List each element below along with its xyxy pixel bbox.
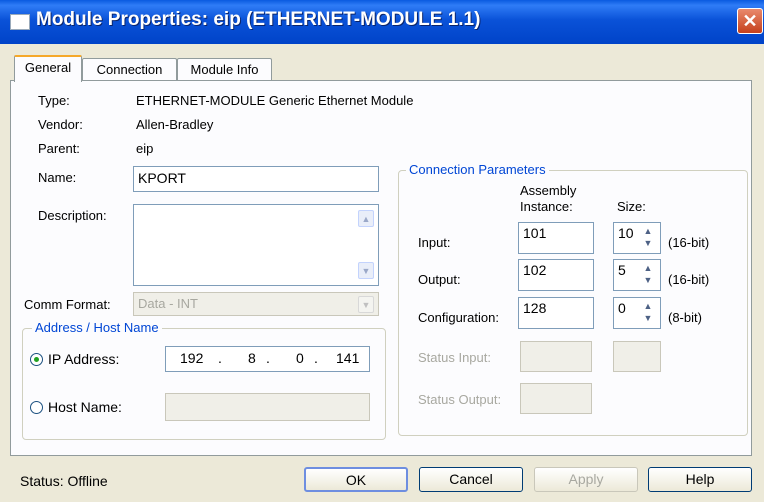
spin-up-icon[interactable]: ▲ bbox=[637, 300, 659, 312]
spin-up-icon[interactable]: ▲ bbox=[637, 225, 659, 237]
help-button[interactable]: Help bbox=[648, 467, 752, 492]
tab-general[interactable]: General bbox=[14, 55, 82, 82]
input-size-spinner[interactable]: ▲ ▼ bbox=[637, 225, 659, 249]
tab-module-info[interactable]: Module Info bbox=[177, 58, 272, 80]
comm-format-label: Comm Format: bbox=[24, 297, 111, 312]
spin-down-icon[interactable]: ▼ bbox=[637, 312, 659, 324]
parent-label: Parent: bbox=[38, 141, 80, 156]
status-output-field bbox=[520, 383, 592, 414]
ip-dot: . bbox=[314, 350, 318, 366]
chevron-down-icon: ▼ bbox=[358, 296, 374, 313]
ip-octet-2: 8 bbox=[248, 350, 256, 366]
comm-format-value: Data - INT bbox=[138, 296, 198, 311]
status-input-label: Status Input: bbox=[418, 350, 491, 365]
configuration-unit: (8-bit) bbox=[668, 310, 702, 325]
ip-dot: . bbox=[266, 350, 270, 366]
ok-button[interactable]: OK bbox=[304, 467, 408, 492]
ip-address-radio[interactable] bbox=[30, 353, 43, 366]
name-label: Name: bbox=[38, 170, 77, 185]
description-textarea[interactable] bbox=[133, 204, 379, 286]
size-header: Size: bbox=[617, 199, 646, 214]
scroll-up-icon[interactable]: ▲ bbox=[358, 210, 374, 227]
output-instance-field[interactable]: 102 bbox=[518, 259, 594, 291]
vendor-label: Vendor: bbox=[38, 117, 83, 132]
cancel-button[interactable]: Cancel bbox=[419, 467, 523, 492]
configuration-label: Configuration: bbox=[418, 310, 499, 325]
host-name-radio[interactable] bbox=[30, 401, 43, 414]
output-unit: (16-bit) bbox=[668, 272, 710, 287]
type-label: Type: bbox=[38, 93, 70, 108]
parent-value: eip bbox=[136, 141, 154, 156]
input-instance-field[interactable]: 101 bbox=[518, 222, 594, 254]
vendor-value: Allen-Bradley bbox=[136, 117, 214, 132]
assembly-header-line1: Assembly bbox=[520, 183, 577, 198]
host-name-input bbox=[165, 393, 370, 421]
input-label: Input: bbox=[418, 235, 451, 250]
ip-address-input[interactable]: 192 . 8 . 0 . 141 bbox=[165, 346, 370, 372]
instance-header-line2: Instance: bbox=[520, 199, 573, 214]
ip-octet-4: 141 bbox=[336, 350, 360, 366]
description-label: Description: bbox=[38, 208, 107, 223]
tab-connection[interactable]: Connection bbox=[82, 58, 177, 80]
connection-parameters-title: Connection Parameters bbox=[406, 162, 549, 177]
input-unit: (16-bit) bbox=[668, 235, 710, 250]
window-title: Module Properties: eip (ETHERNET-MODULE … bbox=[36, 9, 481, 30]
radio-selected-icon bbox=[34, 357, 39, 362]
type-value: ETHERNET-MODULE Generic Ethernet Module bbox=[136, 93, 414, 108]
apply-button: Apply bbox=[534, 467, 638, 492]
close-button[interactable]: ✕ bbox=[737, 8, 763, 34]
window-icon bbox=[10, 14, 30, 30]
status-input-field bbox=[520, 341, 592, 372]
status-input-size-field bbox=[613, 341, 661, 372]
host-name-label: Host Name: bbox=[48, 399, 122, 415]
spin-up-icon[interactable]: ▲ bbox=[637, 262, 659, 274]
comm-format-select: Data - INT bbox=[133, 292, 379, 316]
output-size-spinner[interactable]: ▲ ▼ bbox=[637, 262, 659, 286]
ip-octet-1: 192 bbox=[180, 350, 204, 366]
address-group bbox=[22, 328, 386, 440]
status-text: Status: Offline bbox=[20, 473, 108, 489]
ip-octet-3: 0 bbox=[296, 350, 304, 366]
title-bar: Module Properties: eip (ETHERNET-MODULE … bbox=[0, 0, 764, 44]
status-output-label: Status Output: bbox=[418, 392, 502, 407]
ip-dot: . bbox=[218, 350, 222, 366]
spin-down-icon[interactable]: ▼ bbox=[637, 274, 659, 286]
spin-down-icon[interactable]: ▼ bbox=[637, 237, 659, 249]
output-label: Output: bbox=[418, 272, 461, 287]
ip-address-label: IP Address: bbox=[48, 351, 120, 367]
configuration-size-spinner[interactable]: ▲ ▼ bbox=[637, 300, 659, 324]
configuration-instance-field[interactable]: 128 bbox=[518, 297, 594, 329]
name-input[interactable]: KPORT bbox=[133, 166, 379, 192]
address-group-title: Address / Host Name bbox=[32, 320, 162, 335]
scroll-down-icon[interactable]: ▼ bbox=[358, 262, 374, 279]
